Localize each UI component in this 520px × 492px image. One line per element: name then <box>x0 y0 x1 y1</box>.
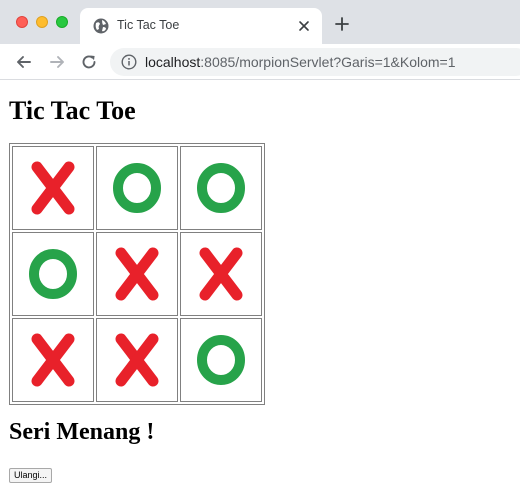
game-board <box>9 143 265 405</box>
close-window-button[interactable] <box>16 16 28 28</box>
result-message: Seri Menang ! <box>9 419 155 445</box>
board-cell-2-1[interactable] <box>96 318 178 402</box>
board-cell-1-0[interactable] <box>12 232 94 316</box>
url-text[interactable]: localhost:8085/morpionServlet?Garis=1&Ko… <box>145 54 456 70</box>
address-bar[interactable]: localhost:8085/morpionServlet?Garis=1&Ko… <box>110 48 520 76</box>
browser-tab-bar: Tic Tac Toe <box>0 0 520 44</box>
x-mark-icon <box>31 333 75 387</box>
x-mark-icon <box>115 247 159 301</box>
minimize-window-button[interactable] <box>36 16 48 28</box>
board-cell-2-0[interactable] <box>12 318 94 402</box>
site-info-icon[interactable] <box>121 54 137 70</box>
x-mark-icon <box>115 333 159 387</box>
browser-toolbar: localhost:8085/morpionServlet?Garis=1&Ko… <box>0 44 520 80</box>
x-mark-icon <box>31 161 75 215</box>
board-row <box>12 146 262 230</box>
url-host: localhost <box>145 54 201 70</box>
back-arrow-icon[interactable] <box>15 53 33 71</box>
x-mark-icon <box>199 247 243 301</box>
globe-icon <box>93 18 109 34</box>
board-row <box>12 232 262 316</box>
page-title: Tic Tac Toe <box>9 96 136 125</box>
board-cell-1-2[interactable] <box>180 232 262 316</box>
browser-tab[interactable]: Tic Tac Toe <box>80 8 322 44</box>
o-mark-icon <box>197 163 245 213</box>
close-tab-icon[interactable] <box>296 18 312 34</box>
new-tab-icon[interactable] <box>335 17 349 31</box>
board-cell-1-1[interactable] <box>96 232 178 316</box>
board-cell-0-2[interactable] <box>180 146 262 230</box>
page-content: Tic Tac Toe Seri Menang ! Ulangi... <box>0 80 520 492</box>
board-cell-0-1[interactable] <box>96 146 178 230</box>
board-cell-0-0[interactable] <box>12 146 94 230</box>
board-cell-2-2[interactable] <box>180 318 262 402</box>
maximize-window-button[interactable] <box>56 16 68 28</box>
forward-arrow-icon[interactable] <box>48 53 66 71</box>
o-mark-icon <box>197 335 245 385</box>
reload-icon[interactable] <box>80 53 98 71</box>
board-row <box>12 318 262 402</box>
url-path: :8085/morpionServlet?Garis=1&Kolom=1 <box>200 54 456 70</box>
o-mark-icon <box>29 249 77 299</box>
tab-title: Tic Tac Toe <box>117 18 180 32</box>
o-mark-icon <box>113 163 161 213</box>
restart-button[interactable]: Ulangi... <box>9 468 53 483</box>
